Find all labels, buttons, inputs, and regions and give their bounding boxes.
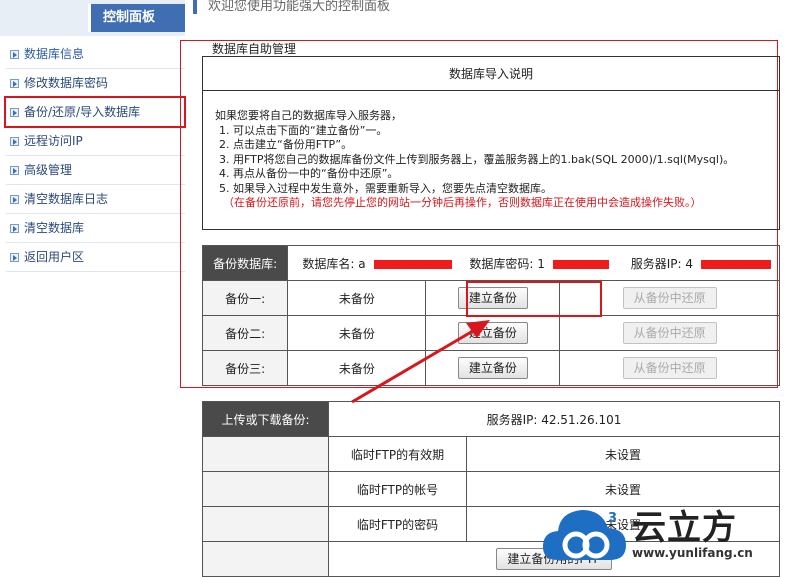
arrow-bullet-icon [10, 79, 19, 88]
sidebar-title: 控制面板 [88, 4, 185, 32]
sidebar-item-label: 数据库信息 [24, 47, 85, 61]
sidebar-header: 控制面板 [0, 0, 185, 36]
sidebar-nav: 数据库信息 修改数据库密码 备份/还原/导入数据库 远程访问IP 高级管理 清空… [6, 40, 185, 272]
backup-status: 未备份 [287, 280, 427, 316]
sidebar-item-label: 高级管理 [24, 163, 73, 177]
instruction-line: 1. 可以点击下面的“建立备份”一。 [219, 123, 388, 137]
create-backup-button[interactable]: 建立备份 [457, 322, 528, 344]
sidebar: 控制面板 数据库信息 修改数据库密码 备份/还原/导入数据库 远程访问IP 高级… [0, 0, 185, 577]
instruction-line: 2. 点击建立“备份用FTP”。 [219, 138, 353, 151]
sidebar-item-remote-ip[interactable]: 远程访问IP [6, 127, 185, 156]
db-password-label: 数据库密码: 1 [469, 256, 545, 271]
redaction-bar [552, 259, 609, 269]
backup-status: 未备份 [287, 315, 427, 351]
table-row: 备份数据库: 数据库名: a 数据库密码: 1 服务器IP: 4 [201, 245, 780, 281]
transfer-server-ip: 服务器IP: 42.51.26.101 [328, 401, 780, 437]
cloud-logo-icon: 3 [542, 510, 626, 560]
instruction-line: 3. 用FTP将您自己的数据库备份文件上传到服务器上，覆盖服务器上的1.bak(… [219, 152, 735, 166]
table-row: 临时FTP的有效期 未设置 [202, 436, 780, 472]
blank-cell [202, 436, 329, 472]
blank-cell [202, 471, 329, 507]
instruction-line: 如果您要将自己的数据库导入服务器， [215, 109, 402, 122]
arrow-bullet-icon [10, 253, 19, 262]
restore-cell: 从备份中还原 [559, 350, 780, 386]
backup-row-label: 备份三: [201, 350, 289, 386]
welcome-text: 欢迎您使用功能强大的控制面板 [208, 0, 391, 14]
import-instructions: 如果您要将自己的数据库导入服务器， 1. 可以点击下面的“建立备份”一。 2. … [203, 91, 779, 211]
restore-backup-button[interactable]: 从备份中还原 [622, 357, 717, 379]
db-info-cell: 数据库名: a 数据库密码: 1 服务器IP: 4 [287, 245, 780, 281]
table-row: 备份三: 未备份 建立备份 从备份中还原 [201, 350, 780, 386]
watermark-brand: 云立方 [632, 508, 737, 548]
server-ip-label: 服务器IP: 4 [630, 256, 693, 271]
sidebar-item-label: 远程访问IP [24, 134, 83, 148]
create-backup-cell: 建立备份 [425, 350, 561, 386]
sidebar-item-label: 返回用户区 [24, 250, 85, 264]
warning-text: （在备份还原前，请您先停止您的网站一分钟后再操作，否则数据库正在使用中会造成操作… [223, 196, 702, 209]
create-backup-cell: 建立备份 [425, 315, 561, 351]
import-instructions-panel: 数据库导入说明 如果您要将自己的数据库导入服务器， 1. 可以点击下面的“建立备… [202, 56, 780, 230]
ftp-field-label: 临时FTP的帐号 [328, 471, 467, 507]
logo-mark: 3 [608, 511, 617, 526]
backup-header-label: 备份数据库: [201, 245, 289, 281]
db-name-label: 数据库名: a [302, 256, 366, 271]
arrow-bullet-icon [10, 137, 19, 146]
redaction-bar [373, 259, 452, 269]
section-title: 数据库自助管理 [212, 42, 297, 56]
sidebar-item-clear-log[interactable]: 清空数据库日志 [6, 185, 185, 214]
backup-status: 未备份 [287, 350, 427, 386]
transfer-header-label: 上传或下载备份: [202, 401, 329, 437]
blank-cell [202, 506, 329, 542]
sidebar-item-db-info[interactable]: 数据库信息 [6, 40, 185, 69]
blank-cell [202, 541, 329, 577]
sidebar-item-return[interactable]: 返回用户区 [6, 243, 185, 272]
ftp-field-label: 临时FTP的有效期 [328, 436, 467, 472]
restore-backup-button[interactable]: 从备份中还原 [622, 322, 717, 344]
table-row: 上传或下载备份: 服务器IP: 42.51.26.101 [202, 401, 780, 437]
watermark-url: www.yunlifang.cn [632, 546, 753, 560]
sidebar-item-change-password[interactable]: 修改数据库密码 [6, 69, 185, 98]
sidebar-item-advanced[interactable]: 高级管理 [6, 156, 185, 185]
instruction-line: 4. 再点从备份一中的“备份中还原”。 [219, 167, 399, 180]
ftp-field-label: 临时FTP的密码 [328, 506, 467, 542]
restore-cell: 从备份中还原 [559, 315, 780, 351]
sidebar-item-label: 清空数据库日志 [24, 192, 109, 206]
create-backup-button[interactable]: 建立备份 [457, 357, 528, 379]
instruction-line: 5. 如果导入过程中发生意外，需要重新导入，您要先点清空数据库。 [219, 181, 552, 195]
watermark: 3 云立方 www.yunlifang.cn [540, 498, 810, 577]
ftp-field-value: 未设置 [466, 436, 780, 472]
table-row: 备份二: 未备份 建立备份 从备份中还原 [201, 315, 780, 351]
arrow-bullet-icon [10, 166, 19, 175]
arrow-bullet-icon [10, 50, 19, 59]
redaction-bar [701, 259, 771, 269]
sidebar-item-label: 清空数据库 [24, 221, 85, 235]
arrow-bullet-icon [10, 195, 19, 204]
annotation-highlight-box [466, 281, 602, 317]
import-heading: 数据库导入说明 [203, 57, 779, 91]
sidebar-item-clear-db[interactable]: 清空数据库 [6, 214, 185, 243]
backup-row-label: 备份一: [201, 280, 289, 316]
arrow-bullet-icon [10, 224, 19, 233]
sidebar-item-label: 修改数据库密码 [24, 76, 109, 90]
restore-backup-button[interactable]: 从备份中还原 [622, 287, 717, 309]
backup-row-label: 备份二: [201, 315, 289, 351]
annotation-highlight-box [4, 96, 186, 128]
